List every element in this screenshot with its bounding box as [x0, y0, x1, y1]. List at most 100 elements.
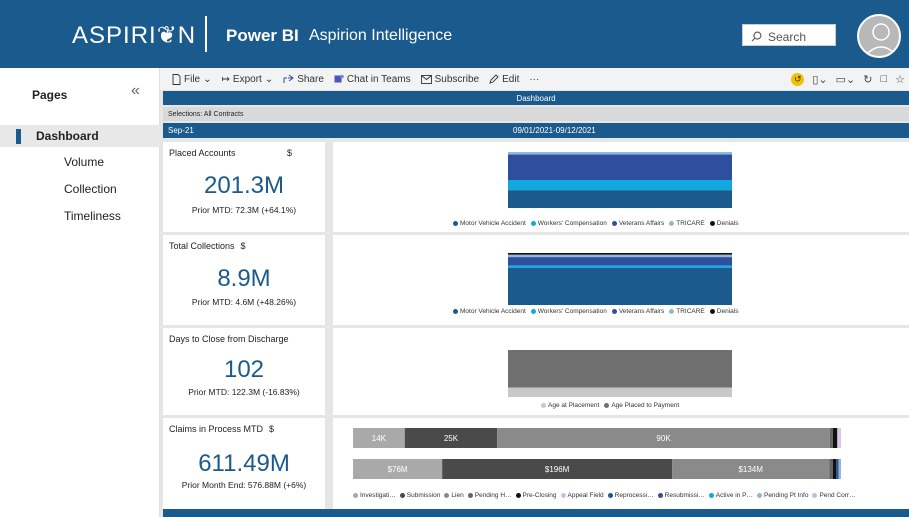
legend-item[interactable]: Age Placed to Payment — [604, 402, 679, 409]
legend-label: Pending H… — [474, 492, 512, 499]
legend-item[interactable]: Motor Vehicle Accident — [453, 220, 526, 227]
chart-legend: Motor Vehicle Accident Workers' Compensa… — [453, 308, 738, 315]
bar-segment[interactable] — [829, 459, 833, 479]
sidebar-item-volume[interactable]: Volume — [0, 151, 160, 173]
favorite-icon[interactable]: ☆ — [895, 73, 905, 86]
chart-card-total-collections[interactable]: Motor Vehicle Accident Workers' Compensa… — [333, 235, 909, 325]
sidebar-item-timeliness[interactable]: Timeliness — [0, 205, 160, 227]
bar-segment[interactable] — [836, 459, 839, 479]
bar-segment-workers-compensation[interactable] — [508, 180, 732, 191]
chart-legend: Age at Placement Age Placed to Payment — [541, 402, 679, 409]
chart-card-claims-in-process[interactable]: 14K 25K 90K $76M $196M $134M Investigati… Subm… — [333, 418, 909, 513]
legend-item[interactable]: Appeal Field — [560, 492, 604, 499]
sidebar-item-collection[interactable]: Collection — [0, 178, 160, 200]
top-bar: ASPIRI❦N Power BI Aspirion Intelligence … — [0, 0, 909, 68]
share-button[interactable]: Share — [283, 74, 324, 85]
legend-item[interactable]: Submission — [399, 492, 441, 499]
kpi-title: Claims in Process MTD $ — [169, 424, 275, 434]
bar-segment-age-at-placement[interactable] — [508, 387, 732, 397]
bar-segment-veterans-affairs[interactable] — [508, 154, 732, 180]
legend-item[interactable]: Resubmissi… — [657, 492, 705, 499]
legend-item[interactable]: Pend Corr… — [812, 492, 856, 499]
kpi-card-claims-in-process[interactable]: Claims in Process MTD $ 611.49M Prior Mon… — [163, 418, 325, 513]
legend-dot — [530, 309, 536, 314]
bar-segment-veterans-affairs[interactable] — [508, 257, 732, 266]
bar-segment-tricare[interactable] — [508, 152, 732, 155]
legend-item[interactable]: TRICARE — [669, 308, 705, 315]
legend-label: Reprocessi… — [614, 492, 654, 499]
date-range-label: 09/01/2021-09/12/2021 — [513, 126, 596, 135]
legend-item[interactable]: Motor Vehicle Accident — [453, 308, 526, 315]
bar-segment-workers-compensation[interactable] — [508, 265, 732, 268]
chart-legend: Motor Vehicle Accident Workers' Compensa… — [453, 220, 738, 227]
legend-dot — [611, 309, 617, 314]
bar-segment[interactable] — [838, 459, 841, 479]
legend-item[interactable]: Denials — [709, 308, 738, 315]
legend-item[interactable]: Age at Placement — [541, 402, 599, 409]
legend-dot — [657, 493, 663, 498]
chart-card-days-to-close[interactable]: Age at Placement Age Placed to Payment — [333, 328, 909, 415]
chart-legend: Investigati… Submission Lien Pending H… Pre-… — [353, 492, 856, 499]
chart-card-placed-accounts[interactable]: Motor Vehicle Accident Workers' Compensa… — [333, 142, 909, 232]
legend-label: Submission — [406, 492, 441, 499]
bar-segment-motor-vehicle-accident[interactable] — [508, 190, 732, 208]
legend-item[interactable]: TRICARE — [669, 220, 705, 227]
placed-accounts-stacked-bar[interactable] — [333, 142, 909, 232]
comment-icon[interactable]: □ — [880, 73, 887, 85]
legend-dot — [467, 493, 473, 498]
legend-item[interactable]: Lien — [444, 492, 464, 499]
legend-item[interactable]: Veterans Affairs — [611, 220, 664, 227]
legend-item[interactable]: Investigati… — [353, 492, 396, 499]
edit-button[interactable]: Edit — [489, 74, 519, 85]
legend-item[interactable]: Pending Pt Info — [756, 492, 808, 499]
legend-item[interactable]: Pending H… — [467, 492, 512, 499]
subscribe-button[interactable]: Subscribe — [420, 74, 479, 85]
chat-label: Chat in Teams — [346, 73, 411, 85]
legend-item[interactable]: Denials — [709, 220, 738, 227]
bar-segment[interactable] — [829, 428, 833, 448]
reset-icon[interactable]: ↺ — [791, 72, 805, 86]
legend-dot — [611, 221, 617, 226]
kpi-value: 8.9M — [217, 265, 271, 292]
user-avatar[interactable] — [857, 14, 901, 58]
more-options-button[interactable]: ··· — [529, 74, 539, 85]
bar-segment[interactable] — [832, 428, 838, 448]
legend-item[interactable]: Pre-Closing — [515, 492, 557, 499]
bar-segment[interactable] — [832, 459, 837, 479]
legend-item[interactable]: Active in P… — [708, 492, 753, 499]
bar-segment-age-placed-to-payment[interactable] — [508, 350, 732, 388]
legend-item[interactable]: Veterans Affairs — [611, 308, 664, 315]
bookmark-icon[interactable]: ▯⌄ — [812, 73, 827, 86]
bar-segment-motor-vehicle-accident[interactable] — [508, 267, 732, 305]
kpi-card-total-collections[interactable]: Total Collections $ 8.9M Prior MTD: 4.6M … — [163, 235, 325, 325]
refresh-icon[interactable]: ↻ — [863, 73, 872, 86]
legend-item[interactable]: Reprocessi… — [607, 492, 654, 499]
kpi-title: Placed Accounts $ — [169, 148, 293, 158]
legend-item[interactable]: Workers' Compensation — [530, 308, 607, 315]
kpi-card-days-to-close[interactable]: Days to Close from Discharge 102 Prior M… — [163, 328, 325, 415]
share-icon — [283, 74, 295, 83]
legend-item[interactable]: Workers' Compensation — [530, 220, 607, 227]
toolbar-right: ↺ ▯⌄ ▭⌄ ↻ □ ☆ — [791, 68, 909, 90]
kpi-subtext: Prior MTD: 4.6M (+48.26%) — [191, 297, 297, 307]
export-menu[interactable]: ↦ Export ⌄ — [222, 74, 274, 85]
sidebar-item-dashboard[interactable]: Dashboard — [0, 125, 160, 147]
mail-icon — [420, 74, 432, 84]
chevron-down-icon: ⌄ — [264, 73, 274, 85]
search-input[interactable]: Search — [742, 24, 836, 46]
collapse-sidebar-icon[interactable]: « — [131, 82, 140, 100]
product-name[interactable]: Power BI — [226, 26, 299, 46]
chat-in-teams-button[interactable]: Chat in Teams — [334, 74, 411, 85]
kpi-subtext: Prior MTD: 72.3M (+64.1%) — [191, 205, 297, 215]
user-icon — [864, 23, 898, 56]
view-icon[interactable]: ▭⌄ — [836, 73, 856, 86]
legend-dot — [453, 221, 458, 226]
header-divider — [205, 16, 207, 52]
legend-dot — [515, 493, 521, 498]
file-menu[interactable]: File ⌄ — [172, 74, 212, 85]
app-name[interactable]: Aspirion Intelligence — [309, 27, 452, 45]
kpi-card-placed-accounts[interactable]: Placed Accounts $ 201.3M Prior MTD: 72.3M… — [163, 142, 325, 232]
bar-segment-tricare[interactable] — [508, 254, 732, 258]
bar-segment[interactable] — [837, 428, 841, 448]
bar-segment-denials[interactable] — [508, 253, 732, 255]
